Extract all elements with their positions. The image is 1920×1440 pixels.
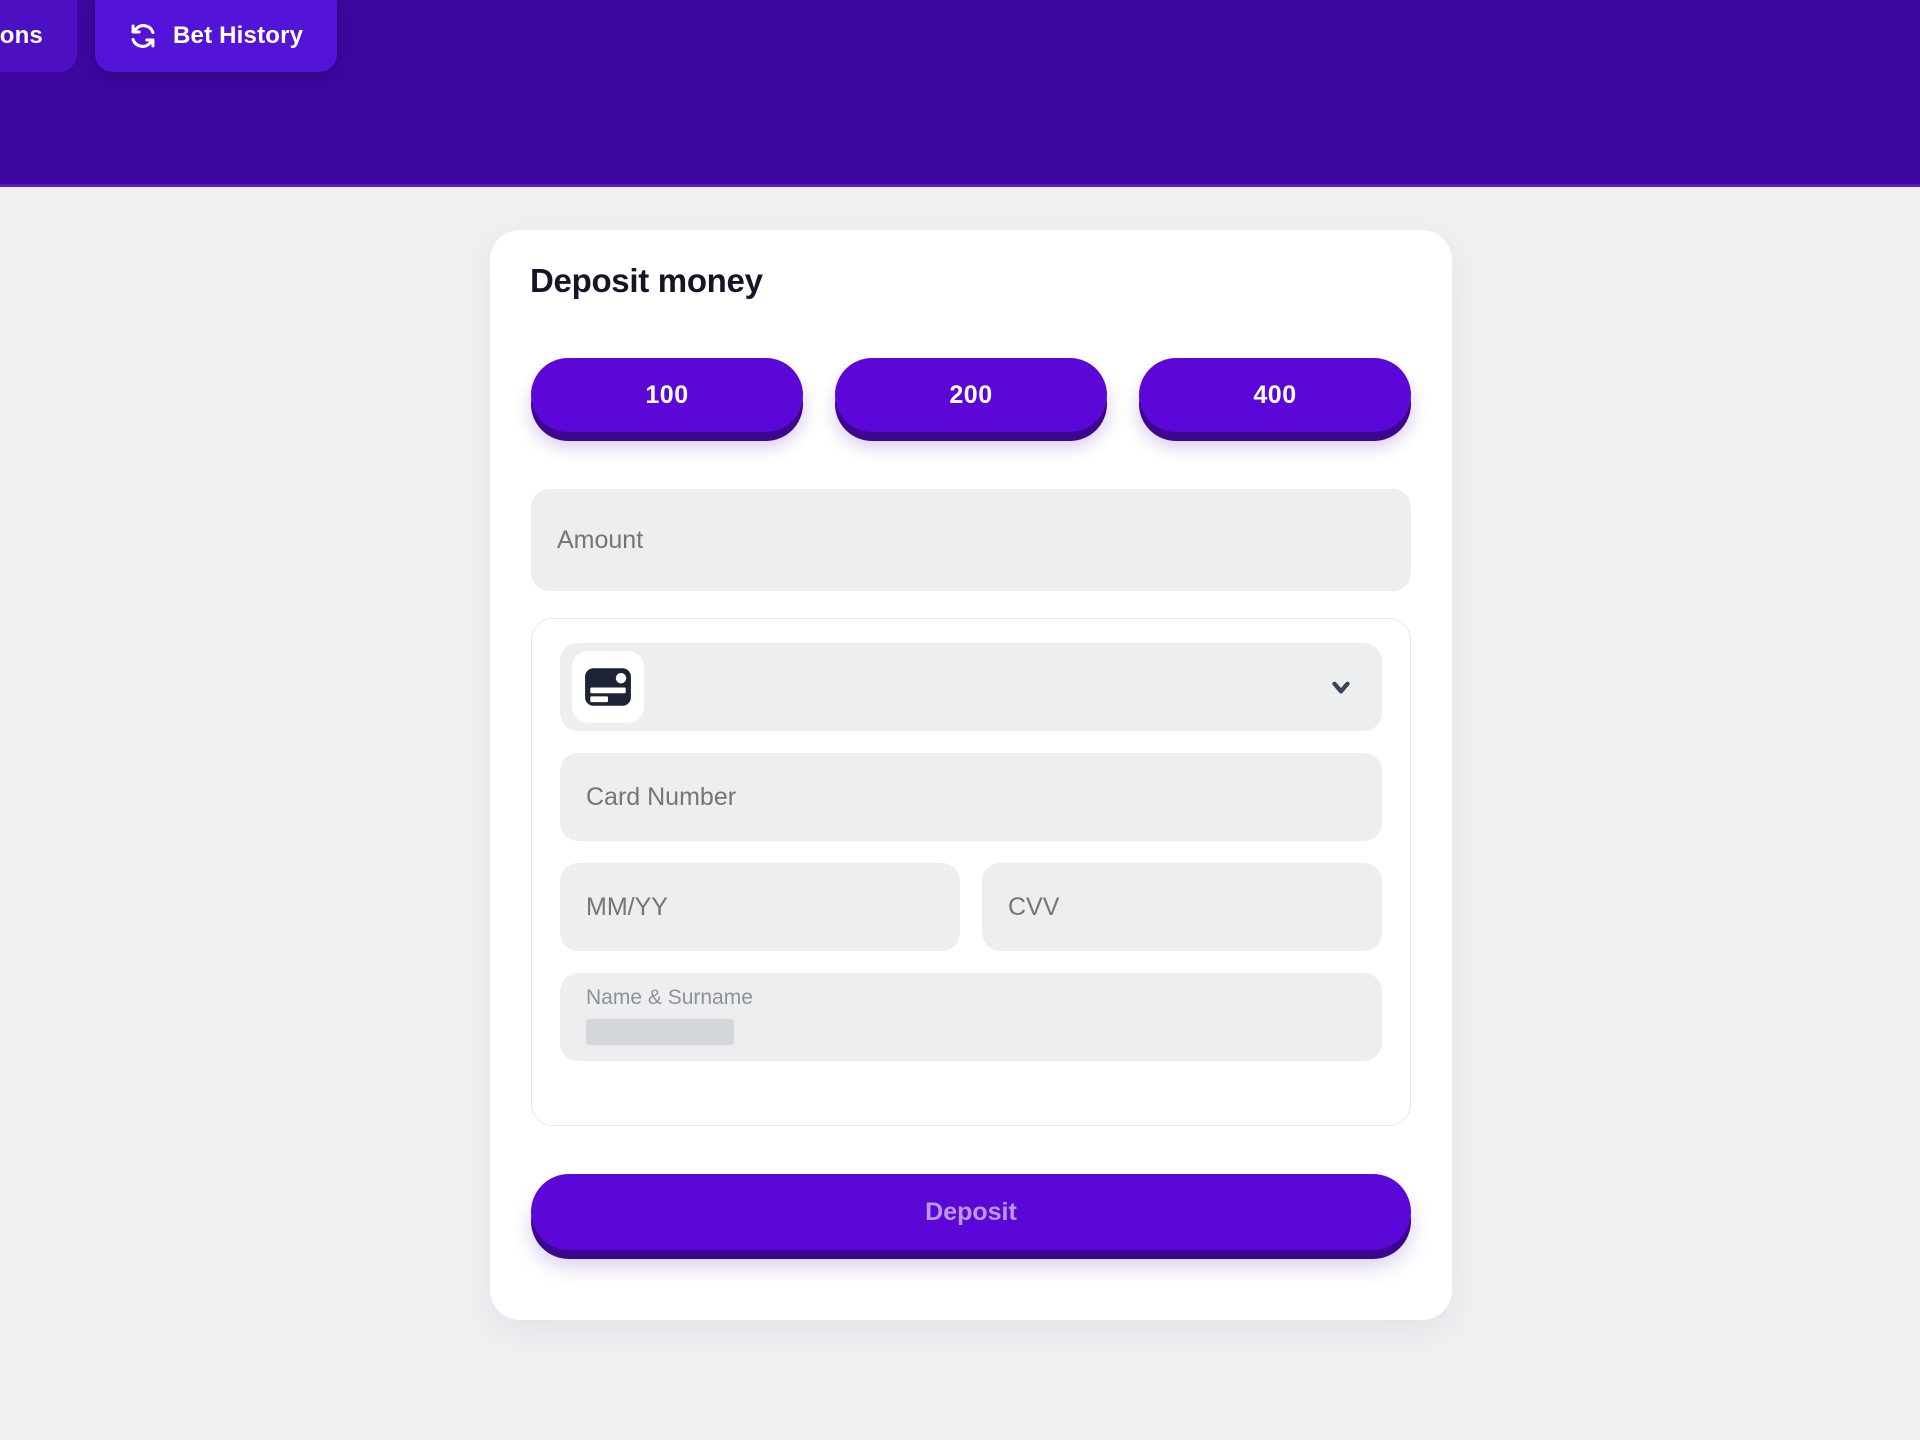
cvv-field-wrapper <box>982 863 1382 951</box>
nav-tab-bet-history-label: Bet History <box>172 22 304 49</box>
name-surname-field[interactable]: Name & Surname <box>560 973 1382 1061</box>
amount-input[interactable] <box>531 489 1411 591</box>
expiry-cvv-row <box>560 863 1382 951</box>
nav-tab-transactions-label: sactions <box>0 22 43 49</box>
credit-card-icon <box>572 651 644 723</box>
cvv-input[interactable] <box>982 863 1382 951</box>
nav-tab-transactions[interactable]: sactions <box>0 0 77 72</box>
quick-amount-100-button[interactable]: 100 <box>531 358 803 432</box>
quick-amount-200-button[interactable]: 200 <box>835 358 1107 432</box>
page-title: Deposit money <box>530 262 763 299</box>
quick-amount-400-button[interactable]: 400 <box>1139 358 1411 432</box>
refresh-icon <box>129 22 157 50</box>
app-header: sactions Bet History <box>0 0 1920 187</box>
deposit-money-card: Deposit money 100 200 400 Amount Card Nu… <box>490 230 1452 1320</box>
quick-amount-group: 100 200 400 <box>531 358 1411 432</box>
expiry-field-wrapper <box>560 863 960 951</box>
name-surname-label: Name & Surname <box>586 986 753 1009</box>
nav-tab-bet-history[interactable]: Bet History <box>94 0 338 72</box>
card-details-panel: Name & Surname <box>531 618 1411 1126</box>
amount-field-wrapper <box>531 489 1411 591</box>
chevron-down-icon <box>1328 674 1354 700</box>
expiry-input[interactable] <box>560 863 960 951</box>
deposit-button[interactable]: Deposit <box>531 1174 1411 1250</box>
card-number-input[interactable] <box>560 753 1382 841</box>
name-surname-redacted-value <box>586 1019 734 1046</box>
card-number-wrapper <box>560 753 1382 841</box>
header-nav-tabs: sactions Bet History <box>0 0 338 72</box>
card-type-select[interactable] <box>560 643 1382 731</box>
